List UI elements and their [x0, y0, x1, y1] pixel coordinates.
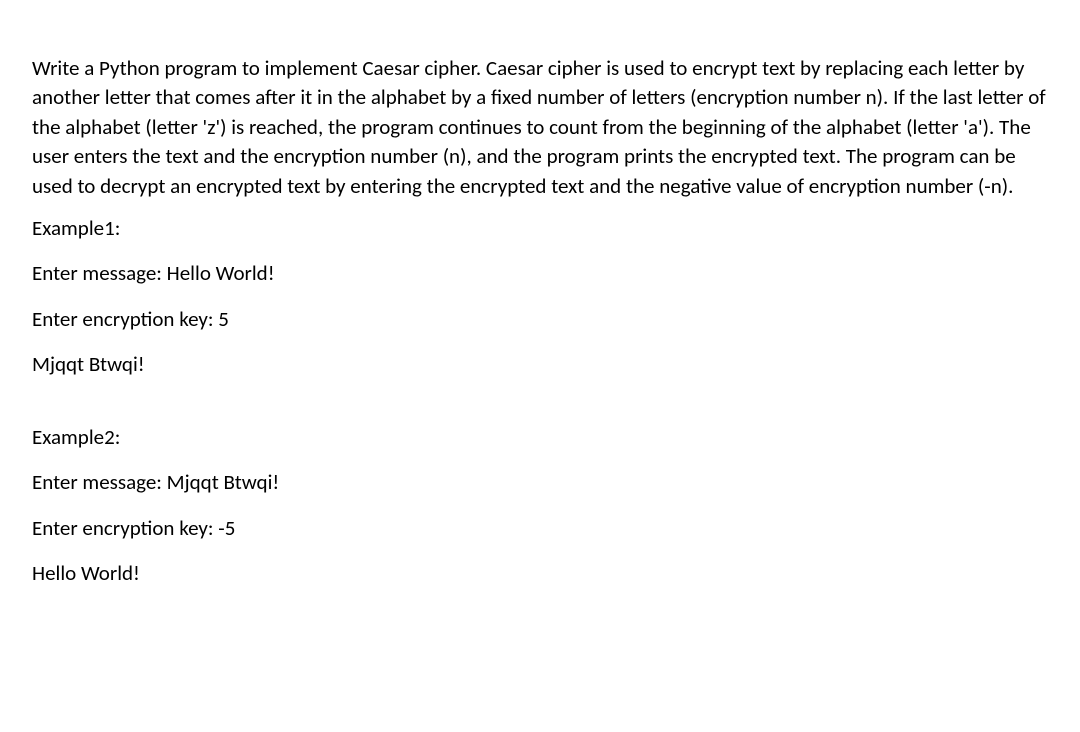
section-gap [32, 396, 1050, 424]
example2-output: Hello World! [32, 560, 1050, 587]
example2-enter-message: Enter message: Mjqqt Btwqi! [32, 469, 1050, 496]
example1-title: Example1: [32, 215, 1050, 242]
example1-output: Mjqqt Btwqi! [32, 351, 1050, 378]
problem-statement: Write a Python program to implement Caes… [32, 54, 1050, 201]
example2-title: Example2: [32, 424, 1050, 451]
example1-enter-key: Enter encryption key: 5 [32, 306, 1050, 333]
example1-enter-message: Enter message: Hello World! [32, 260, 1050, 287]
document-page: Write a Python program to implement Caes… [0, 0, 1080, 625]
example2-enter-key: Enter encryption key: -5 [32, 515, 1050, 542]
